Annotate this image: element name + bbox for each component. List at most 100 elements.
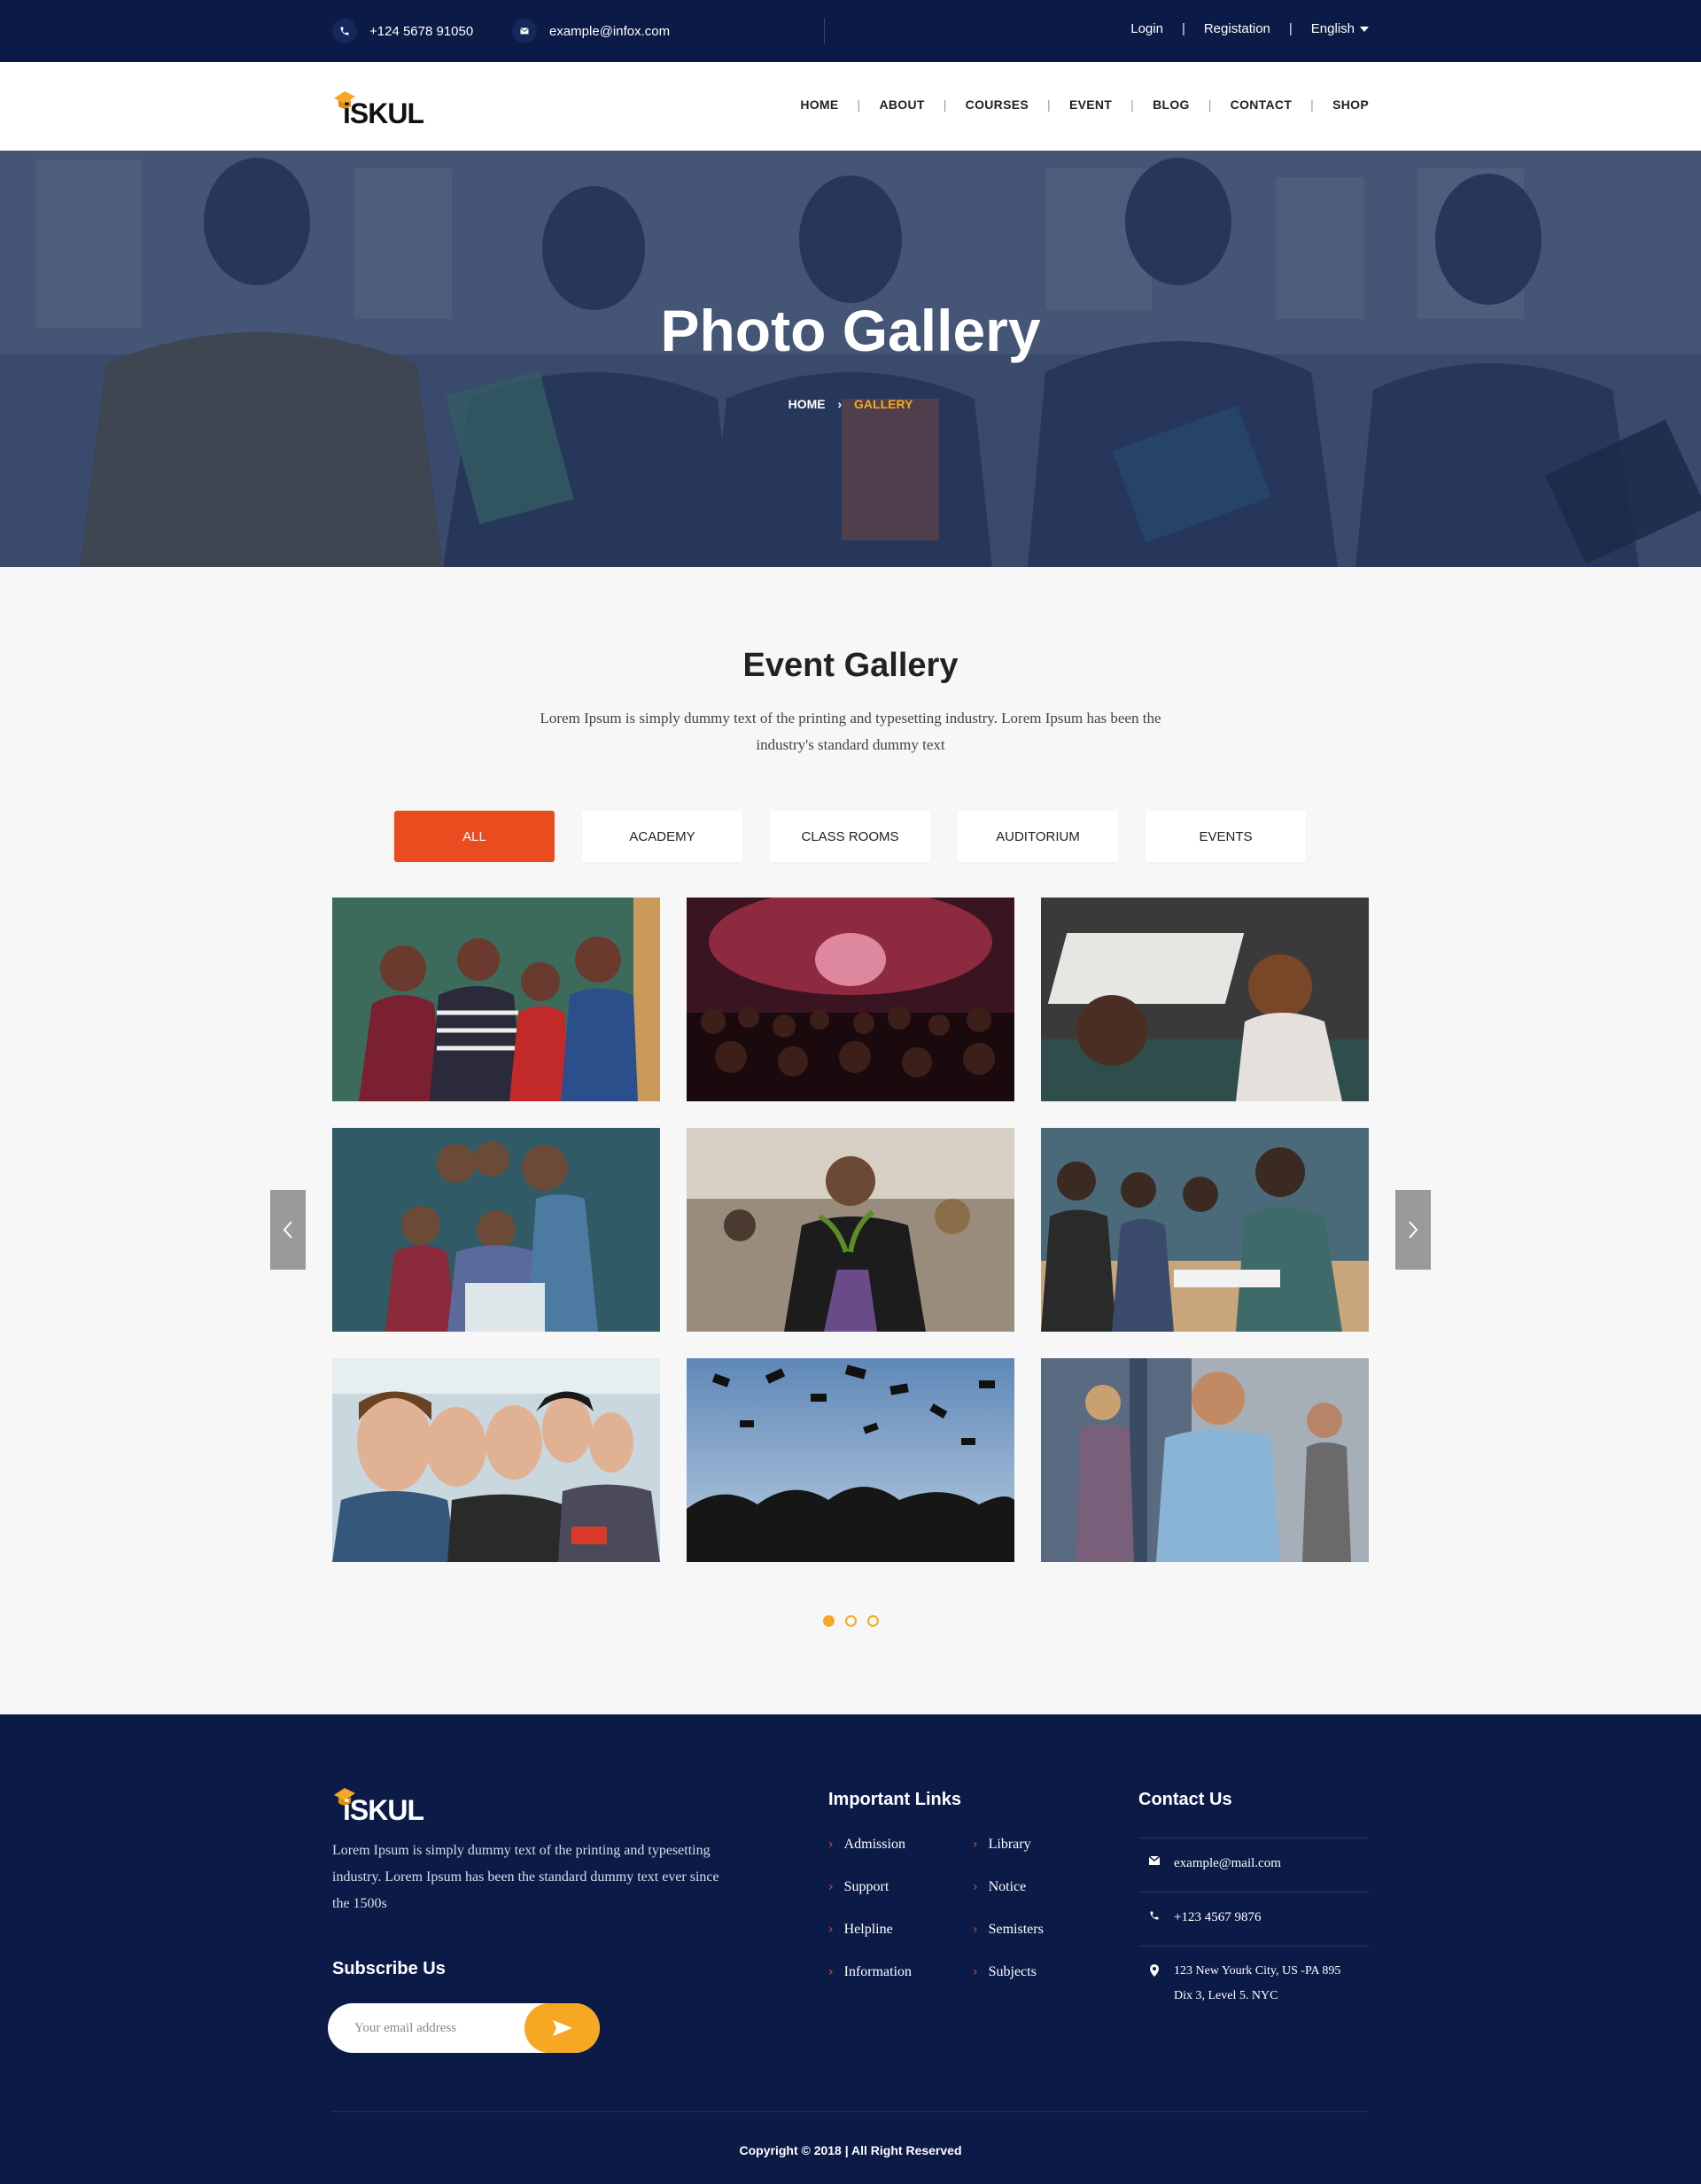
contact-address-text: 123 New Yourk City, US -PA 895 Dix 3, Lev… — [1174, 1959, 1340, 2009]
location-pin-icon — [1146, 1964, 1163, 1977]
chevron-right-icon: › — [973, 1923, 978, 1937]
gallery-item[interactable] — [687, 1358, 1014, 1562]
pagination-dot-3[interactable] — [867, 1615, 879, 1627]
gallery-item[interactable] — [1041, 1358, 1369, 1562]
nav-shop[interactable]: SHOP — [1332, 97, 1369, 112]
link-label: Admission — [843, 1837, 905, 1852]
topbar-separator: | — [1288, 21, 1293, 36]
nav-separator: | — [857, 97, 861, 112]
footer-link-notice[interactable]: › Notice — [973, 1879, 1026, 1895]
filter-academy[interactable]: ACADEMY — [582, 811, 742, 862]
caret-down-icon — [1360, 27, 1369, 33]
student-thumbs-up-photo — [1041, 1358, 1369, 1562]
graduation-cap-logo-icon: iSKUL — [334, 1788, 424, 1822]
phone-icon — [332, 19, 357, 43]
nav-separator: | — [1310, 97, 1315, 112]
site-logo[interactable]: iSKUL — [332, 84, 428, 125]
footer-link-subjects[interactable]: › Subjects — [973, 1964, 1037, 1980]
mail-icon — [512, 19, 537, 43]
contact-phone[interactable]: +123 4567 9876 — [1138, 1892, 1369, 1946]
topbar-email[interactable]: example@infox.com — [512, 19, 670, 43]
gallery-item[interactable] — [332, 1358, 660, 1562]
topbar-divider — [824, 18, 825, 44]
logo-text: iSKUL — [343, 1794, 423, 1822]
gallery-item[interactable] — [332, 898, 660, 1101]
main-navbar: iSKUL HOME | ABOUT | COURSES | EVENT | B… — [0, 62, 1701, 151]
gallery-item[interactable] — [687, 1128, 1014, 1332]
contact-address: 123 New Yourk City, US -PA 895 Dix 3, Lev… — [1138, 1946, 1369, 2017]
nav-event[interactable]: EVENT — [1069, 97, 1112, 112]
registration-link[interactable]: Registation — [1204, 21, 1270, 36]
lecture-hall-photo — [1041, 898, 1369, 1101]
footer-link-semisters[interactable]: › Semisters — [973, 1922, 1044, 1938]
breadcrumb-home[interactable]: HOME — [788, 397, 826, 411]
copyright-text: Copyright © 2018 | All Right Reserved — [739, 2143, 962, 2157]
mail-icon — [1146, 1856, 1163, 1865]
gallery-pagination — [823, 1615, 889, 1627]
site-footer: iSKUL Lorem Ipsum is simply dummy text o… — [0, 1714, 1701, 2184]
link-label: Semisters — [988, 1922, 1044, 1937]
nav-blog[interactable]: BLOG — [1153, 97, 1190, 112]
pagination-dot-1[interactable] — [823, 1615, 835, 1627]
prev-arrow-button[interactable] — [270, 1190, 306, 1270]
filter-all[interactable]: ALL — [394, 811, 555, 862]
nav-separator: | — [1047, 97, 1051, 112]
graduation-caps-photo — [687, 1358, 1014, 1562]
filter-events[interactable]: EVENTS — [1146, 811, 1306, 862]
login-link[interactable]: Login — [1130, 21, 1163, 36]
nav-about[interactable]: ABOUT — [879, 97, 924, 112]
language-label: English — [1310, 21, 1355, 36]
gallery-item[interactable] — [1041, 1128, 1369, 1332]
contact-email[interactable]: example@mail.com — [1138, 1838, 1369, 1892]
footer-link-helpline[interactable]: › Helpline — [828, 1922, 893, 1938]
gallery-item[interactable] — [687, 898, 1014, 1101]
subscribe-title: Subscribe Us — [332, 1959, 446, 1978]
link-label: Notice — [988, 1879, 1027, 1894]
link-label: Subjects — [988, 1964, 1037, 1979]
top-bar: +124 5678 91050 example@infox.com Login … — [0, 0, 1701, 62]
next-arrow-button[interactable] — [1395, 1190, 1431, 1270]
subscribe-form — [328, 2003, 600, 2053]
section-description: Lorem Ipsum is simply dummy text of the … — [540, 710, 1161, 753]
subscribe-email-input[interactable] — [354, 2003, 505, 2053]
topbar-phone-text: +124 5678 91050 — [369, 23, 474, 39]
send-icon — [552, 2020, 572, 2036]
breadcrumb: HOME › GALLERY — [0, 397, 1701, 411]
language-select[interactable]: English — [1311, 21, 1369, 36]
gallery-item[interactable] — [332, 1128, 660, 1332]
breadcrumb-current: GALLERY — [854, 397, 913, 411]
primary-nav: HOME | ABOUT | COURSES | EVENT | BLOG | … — [800, 97, 1369, 112]
concert-crowd-photo — [687, 898, 1014, 1101]
contact-phone-text: +123 4567 9876 — [1174, 1910, 1262, 1924]
footer-logo[interactable]: iSKUL — [332, 1781, 428, 1822]
chevron-right-icon: › — [973, 1965, 978, 1979]
gallery-item[interactable] — [1041, 898, 1369, 1101]
link-label: Support — [843, 1879, 889, 1894]
subscribe-button[interactable] — [524, 2003, 600, 2053]
students-writing-photo — [1041, 1128, 1369, 1332]
chevron-right-icon: › — [973, 1838, 978, 1852]
topbar-separator: | — [1181, 21, 1185, 36]
section-title: Event Gallery — [742, 647, 959, 684]
student-reading-photo — [687, 1128, 1014, 1332]
pagination-dot-2[interactable] — [845, 1615, 857, 1627]
footer-link-library[interactable]: › Library — [973, 1837, 1031, 1853]
nav-separator: | — [1208, 97, 1212, 112]
footer-link-support[interactable]: › Support — [828, 1879, 889, 1895]
nav-contact[interactable]: CONTACT — [1231, 97, 1293, 112]
footer-about-text: Lorem Ipsum is simply dummy text of the … — [332, 1843, 719, 1911]
footer-link-information[interactable]: › Information — [828, 1964, 912, 1980]
topbar-phone[interactable]: +124 5678 91050 — [332, 19, 473, 43]
link-label: Information — [843, 1964, 913, 1979]
friends-smiling-photo — [332, 1358, 660, 1562]
filter-auditorium[interactable]: AUDITORIUM — [958, 811, 1118, 862]
nav-home[interactable]: HOME — [800, 97, 838, 112]
filter-class-rooms[interactable]: CLASS ROOMS — [770, 811, 930, 862]
nav-courses[interactable]: COURSES — [966, 97, 1029, 112]
address-line-1: 123 New Yourk City, US -PA 895 — [1174, 1964, 1341, 1978]
phone-icon — [1146, 1910, 1163, 1921]
chevron-right-icon — [1409, 1221, 1418, 1239]
students-classroom-photo — [332, 898, 660, 1101]
footer-link-admission[interactable]: › Admission — [828, 1837, 905, 1853]
link-label: Helpline — [843, 1922, 893, 1937]
